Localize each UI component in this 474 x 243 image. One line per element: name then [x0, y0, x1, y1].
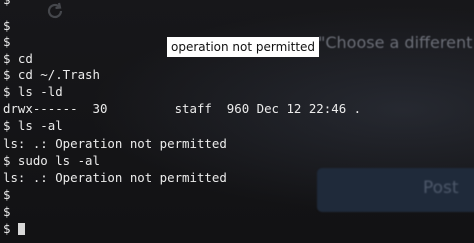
terminal-line: $	[3, 187, 11, 202]
terminal-line: drwx------ 30 staff 960 Dec 12 22:46 .	[3, 101, 362, 116]
terminal-line: $ sudo ls -al	[3, 153, 100, 168]
terminal-cursor	[18, 223, 25, 235]
terminal-line: ls: .: Operation not permitted	[3, 136, 227, 151]
terminal-line: $ ls -ld	[3, 84, 63, 99]
terminal-prompt-line: $	[3, 221, 11, 236]
terminal-line: $	[3, 204, 11, 219]
terminal-line: $ ls -al	[3, 118, 63, 133]
caption-tooltip: operation not permitted	[167, 37, 320, 57]
terminal-line: $	[3, 0, 10, 8]
terminal-line: ls: .: Operation not permitted	[3, 170, 227, 185]
terminal-line: $	[3, 18, 11, 33]
terminal-line: $ cd	[3, 51, 33, 66]
terminal-line: $	[3, 34, 11, 49]
terminal-line: $ cd ~/.Trash	[3, 67, 100, 82]
